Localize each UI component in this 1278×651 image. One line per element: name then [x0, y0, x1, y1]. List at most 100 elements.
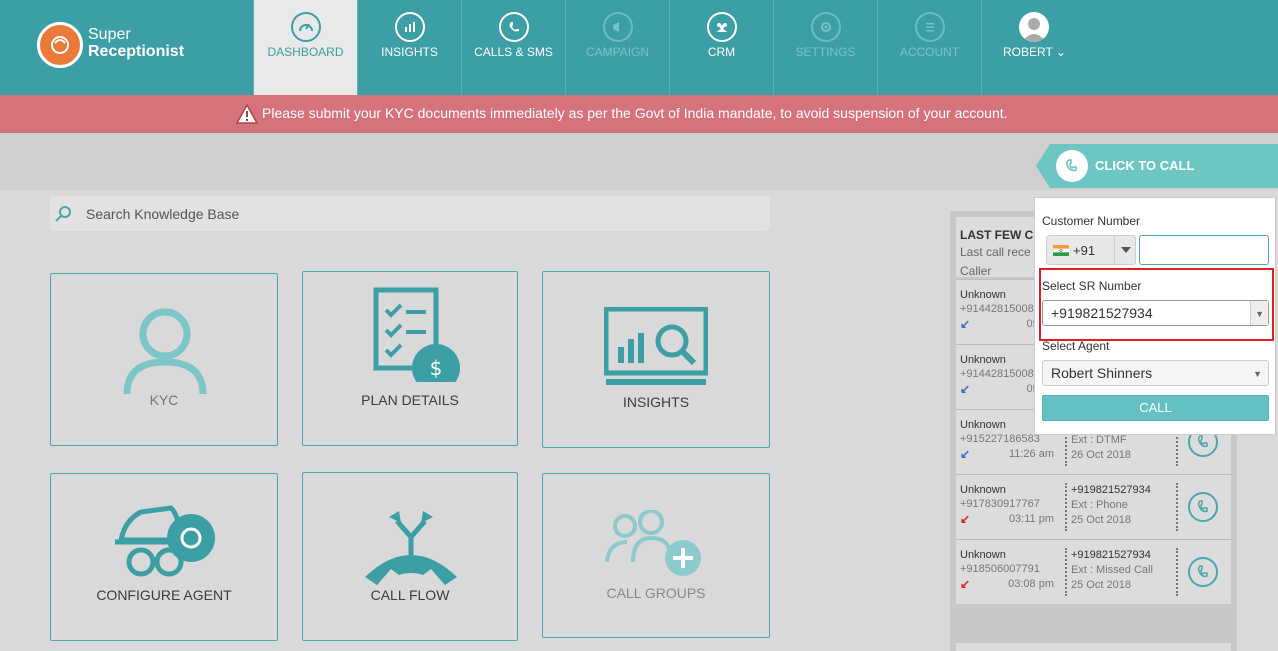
divider — [1065, 548, 1067, 596]
tile-label: CALL FLOW — [370, 587, 450, 603]
nav-label: INSIGHTS — [381, 45, 438, 59]
caller-name: Unknown — [960, 354, 1006, 366]
tile-label: CONFIGURE AGENT — [96, 587, 232, 603]
click-to-call-form: Customer Number +91 Select SR Number +91… — [1034, 197, 1276, 435]
column-caller: Caller — [960, 264, 992, 278]
caller-number: +918506007791 — [960, 563, 1040, 575]
click-to-call-label: CLICK TO CALL — [1095, 158, 1195, 173]
nav-campaign[interactable]: CAMPAIGN — [565, 0, 669, 95]
nav-label: SETTINGS — [795, 45, 856, 59]
divider — [1176, 483, 1178, 531]
group-add-icon — [605, 510, 701, 576]
call-extension: Ext : DTMF — [1071, 434, 1127, 446]
agent-value: Robert Shinners — [1051, 365, 1153, 381]
list-item[interactable]: Unknown +918506007791 ↙ 03:08 pm +919821… — [956, 539, 1231, 604]
missed-arrow-icon: ↙ — [960, 577, 971, 591]
avatar — [1019, 12, 1049, 42]
tile-call-flow[interactable]: CALL FLOW — [302, 472, 518, 641]
call-time: 11:26 am — [1008, 448, 1054, 460]
tile-label: PLAN DETAILS — [361, 392, 459, 408]
phone-icon — [1197, 435, 1208, 448]
search-input[interactable] — [86, 204, 726, 224]
caller-number: +915227186583 — [960, 433, 1040, 445]
call-back-button[interactable] — [1188, 492, 1218, 522]
agent-label: Select Agent — [1042, 339, 1110, 353]
incoming-arrow-icon: ↙ — [960, 317, 971, 331]
tile-configure-agent[interactable]: CONFIGURE AGENT — [50, 473, 278, 641]
gauge-icon — [291, 12, 321, 42]
agent-select[interactable]: Robert Shinners ▼ — [1042, 360, 1269, 386]
search-icon[interactable] — [55, 206, 73, 222]
gear-icon — [811, 12, 841, 42]
sr-number: +919821527934 — [1071, 549, 1151, 561]
sr-number-label: Select SR Number — [1042, 279, 1142, 293]
country-code: +91 — [1073, 243, 1096, 258]
call-button[interactable]: CALL — [1042, 395, 1269, 421]
nav-crm[interactable]: CRM — [669, 0, 773, 95]
list-icon — [915, 12, 945, 42]
incoming-arrow-icon: ↙ — [960, 382, 971, 396]
nav-dashboard[interactable]: DASHBOARD — [253, 0, 357, 95]
call-date: 25 Oct 2018 — [1071, 514, 1131, 526]
caller-name: Unknown — [960, 419, 1006, 431]
phone-icon — [1056, 150, 1088, 182]
brand-logo[interactable]: Super Receptionist — [37, 22, 237, 72]
tile-label: INSIGHTS — [622, 394, 690, 410]
nav-user-menu[interactable]: ROBERT ⌄ — [981, 0, 1087, 95]
brand-line2: Receptionist — [88, 43, 185, 60]
caller-number: +917830917767 — [960, 498, 1040, 510]
brand-line1: Super — [88, 26, 131, 43]
nav-label: CAMPAIGN — [585, 45, 650, 59]
tile-label: CALL GROUPS — [606, 585, 706, 601]
customer-number-input[interactable] — [1139, 235, 1269, 265]
recent-calls-title: LAST FEW CA — [960, 228, 1042, 242]
missed-arrow-icon: ↙ — [960, 512, 971, 526]
dropdown-toggle[interactable]: ▼ — [1250, 301, 1268, 325]
user-icon — [123, 308, 207, 394]
svg-text:$: $ — [430, 356, 443, 380]
receptionist-logo-icon — [37, 22, 83, 68]
sr-number-value: +919821527934 — [1051, 305, 1153, 321]
sr-number: +919821527934 — [1071, 484, 1151, 496]
panel-footer — [956, 643, 1231, 651]
megaphone-icon — [603, 12, 633, 42]
phone-icon — [1197, 565, 1208, 578]
tile-kyc[interactable]: KYC — [50, 273, 278, 446]
analytics-screen-icon — [604, 307, 708, 385]
caller-name: Unknown — [960, 289, 1006, 301]
sr-number-select[interactable]: +919821527934 ▼ — [1042, 300, 1269, 326]
plan-document-icon: $ — [373, 287, 460, 382]
nav-label: CRM — [707, 45, 736, 59]
country-code-select[interactable]: +91 — [1046, 235, 1136, 265]
call-extension: Ext : Missed Call — [1071, 564, 1153, 576]
divider — [1176, 548, 1178, 596]
caller-number: +91442815008 — [960, 368, 1034, 380]
dropdown-toggle[interactable] — [1114, 236, 1136, 264]
caller-name: Unknown — [960, 484, 1006, 496]
recent-calls-subtitle: Last call rece — [960, 245, 1031, 259]
tile-call-groups[interactable]: CALL GROUPS — [542, 473, 770, 638]
tile-insights[interactable]: INSIGHTS — [542, 271, 770, 448]
nav-insights[interactable]: INSIGHTS — [357, 0, 461, 95]
nav-calls-sms[interactable]: CALLS & SMS — [461, 0, 565, 95]
call-back-button[interactable] — [1188, 557, 1218, 587]
caller-name: Unknown — [960, 549, 1006, 561]
nav-label: DASHBOARD — [267, 45, 344, 59]
user-name: ROBERT ⌄ — [1003, 45, 1066, 59]
tile-label: KYC — [149, 392, 179, 408]
tile-plan-details[interactable]: $ PLAN DETAILS — [302, 271, 518, 446]
india-flag-icon — [1053, 245, 1069, 256]
caller-number: +91442815008 — [960, 303, 1034, 315]
nav-label: ACCOUNT — [899, 45, 960, 59]
call-flow-icon — [365, 511, 457, 585]
chevron-down-icon: ⌄ — [1055, 45, 1066, 59]
banner-text: Please submit your KYC documents immedia… — [262, 105, 1008, 121]
call-time: 03:08 pm — [1008, 578, 1054, 590]
phone-icon — [1197, 500, 1208, 513]
call-date: 25 Oct 2018 — [1071, 579, 1131, 591]
click-to-call-tab[interactable]: CLICK TO CALL — [1036, 144, 1278, 188]
list-item[interactable]: Unknown +917830917767 ↙ 03:11 pm +919821… — [956, 474, 1231, 539]
nav-settings[interactable]: SETTINGS — [773, 0, 877, 95]
call-time: 03:11 pm — [1008, 513, 1054, 525]
nav-account[interactable]: ACCOUNT — [877, 0, 981, 95]
